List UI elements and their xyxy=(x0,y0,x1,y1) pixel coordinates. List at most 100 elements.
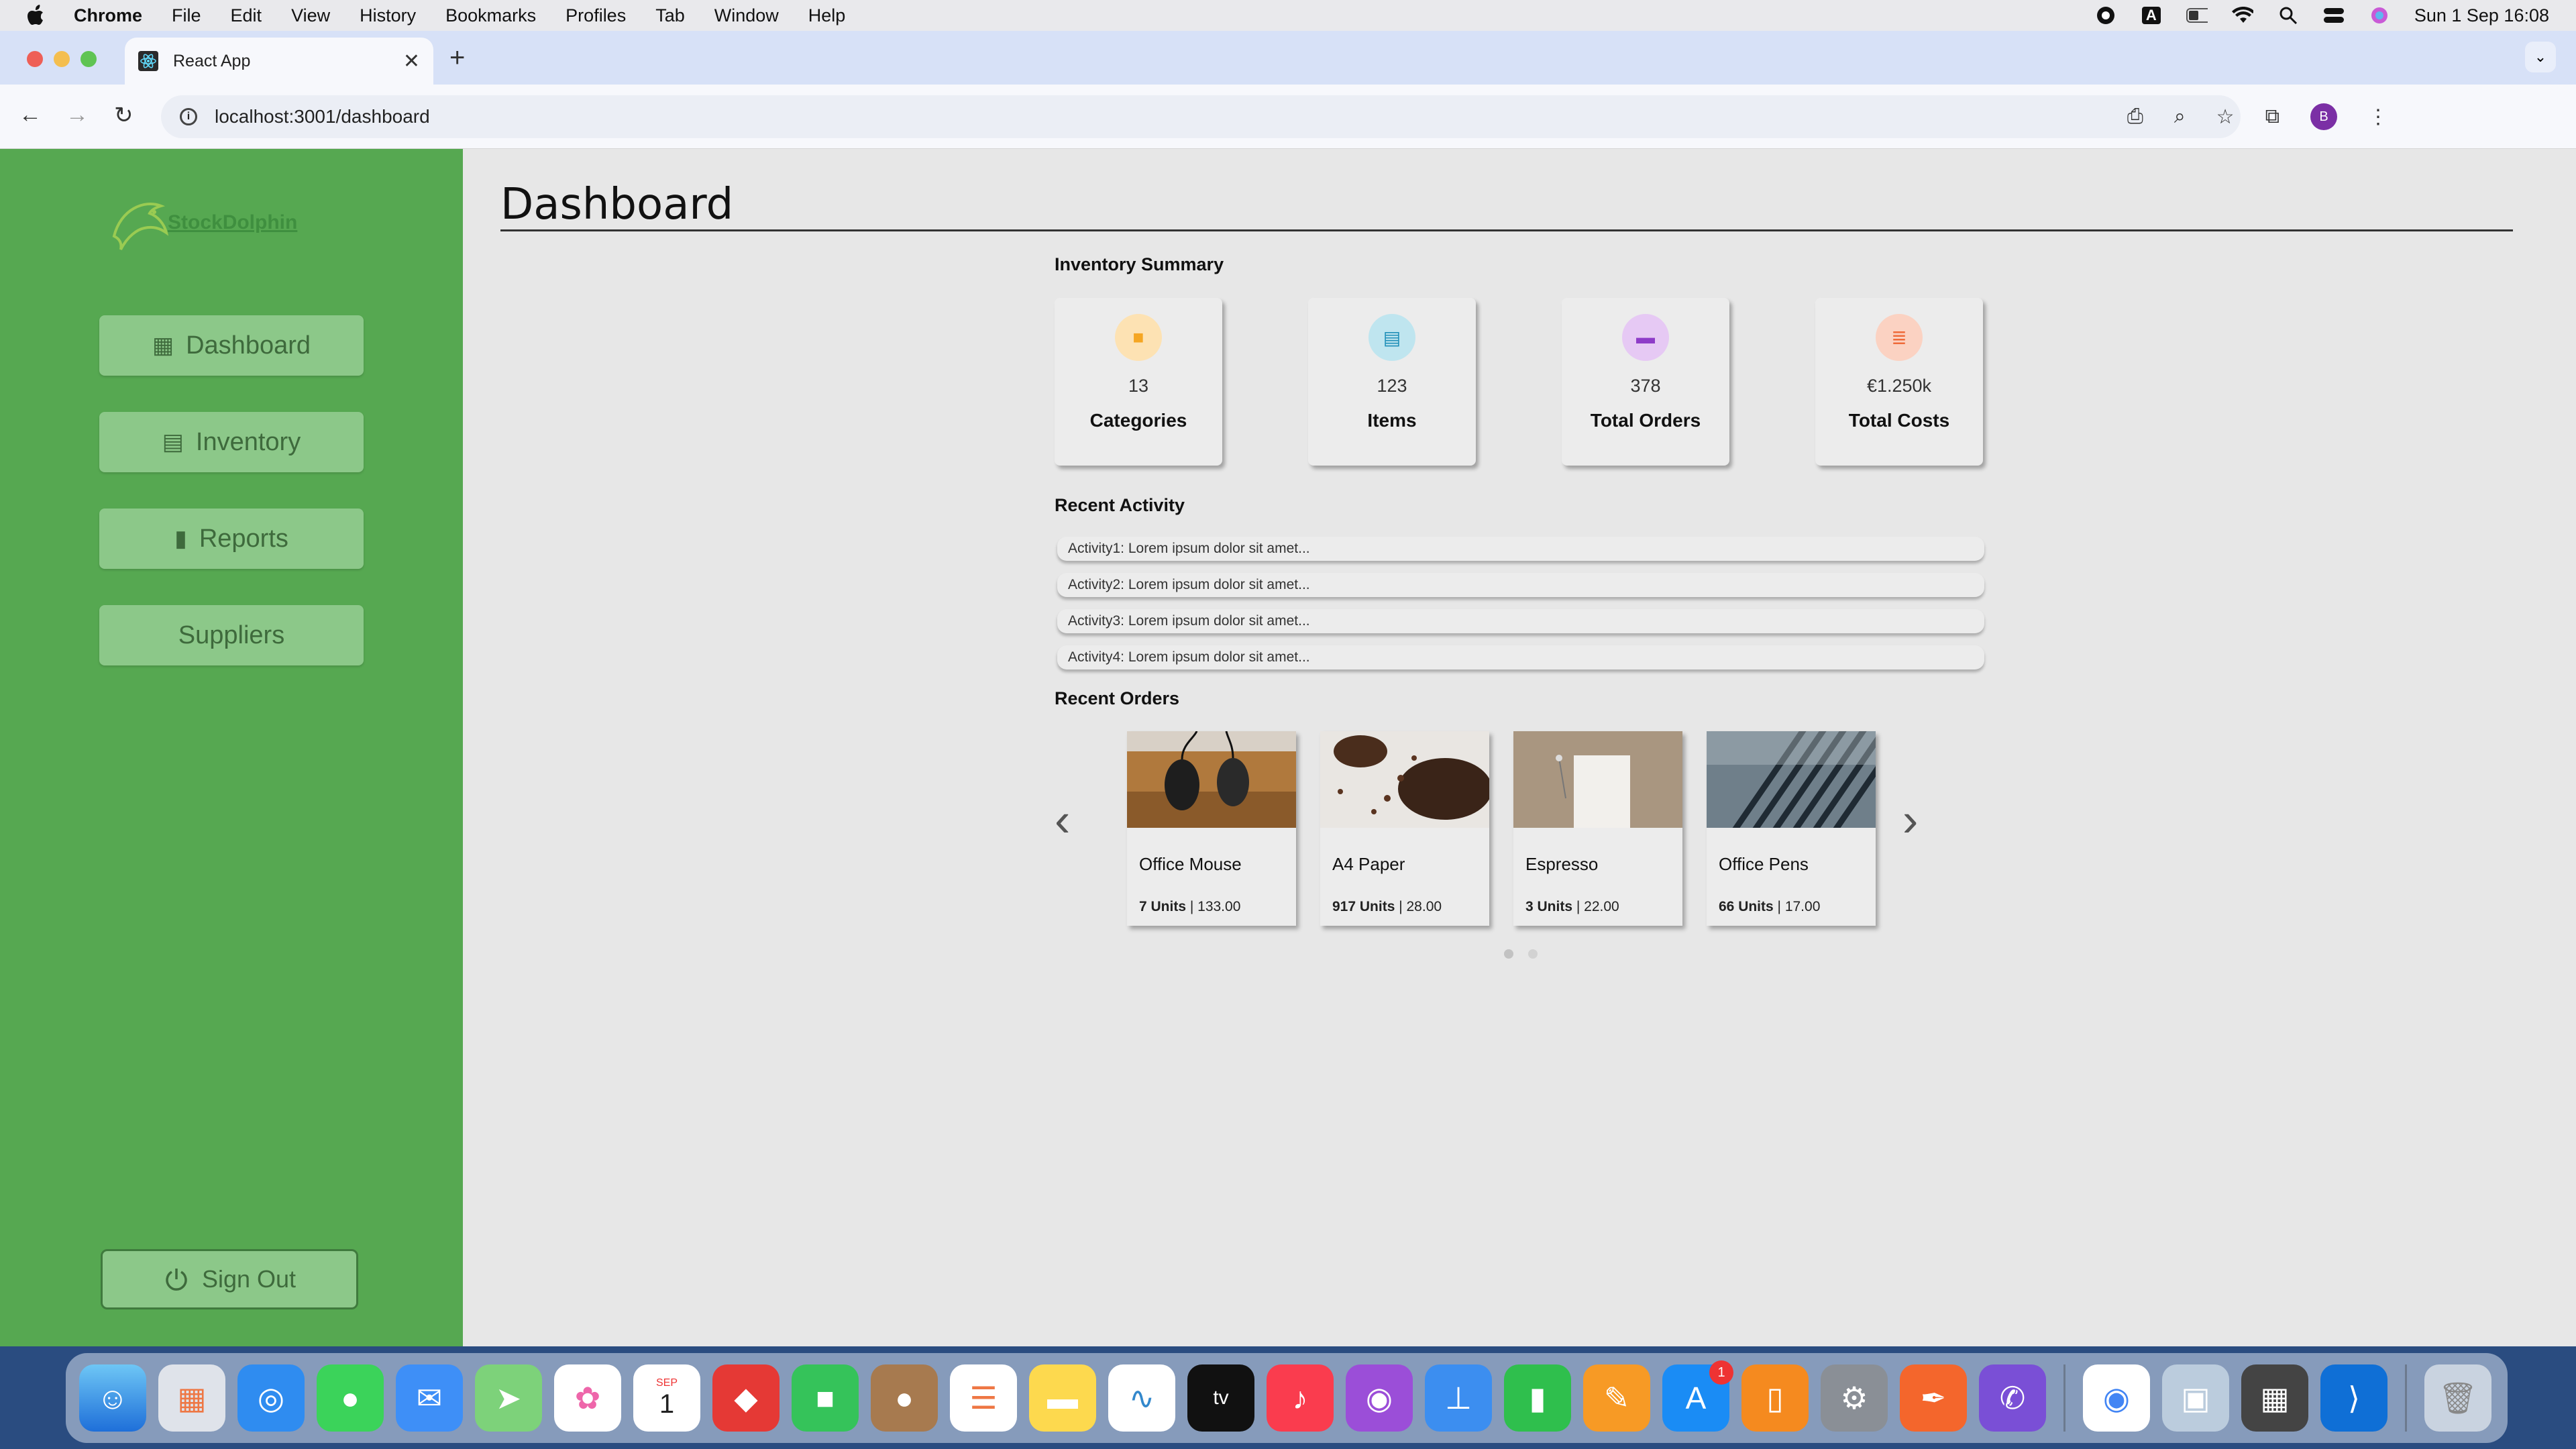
activity-item[interactable]: Activity4: Lorem ipsum dolor sit amet... xyxy=(1057,645,1984,669)
logo[interactable]: StockDolphin xyxy=(107,189,297,256)
facetime-icon[interactable]: ■ xyxy=(792,1364,859,1432)
viber-icon[interactable]: ✆ xyxy=(1979,1364,2046,1432)
extensions-icon[interactable]: ⧉ xyxy=(2265,105,2279,128)
carousel-dot-1[interactable] xyxy=(1504,949,1513,959)
menu-help[interactable]: Help xyxy=(808,5,846,26)
menu-profiles[interactable]: Profiles xyxy=(566,5,626,26)
tab-close-icon[interactable]: ✕ xyxy=(403,50,420,73)
main-content: Dashboard Inventory Summary ■ 13 Categor… xyxy=(463,149,2576,1346)
vscode-icon[interactable]: ⟩ xyxy=(2320,1364,2387,1432)
podcasts-icon[interactable]: ◉ xyxy=(1346,1364,1413,1432)
messages-icon[interactable]: ● xyxy=(317,1364,384,1432)
back-icon[interactable]: ← xyxy=(19,102,42,128)
contacts-icon[interactable]: ● xyxy=(871,1364,938,1432)
menu-datetime[interactable]: Sun 1 Sep 16:08 xyxy=(2414,5,2549,26)
books-icon[interactable]: ▯ xyxy=(1741,1364,1809,1432)
numbers-icon[interactable]: ▮ xyxy=(1504,1364,1571,1432)
summary-label: Items xyxy=(1367,410,1417,431)
browser-tab[interactable]: React App ✕ xyxy=(125,38,433,85)
chrome-menu-icon[interactable]: ⋮ xyxy=(2368,105,2388,129)
affinity-icon[interactable]: ✒ xyxy=(1900,1364,1967,1432)
calculator-icon[interactable]: ▦ xyxy=(2241,1364,2308,1432)
order-card[interactable]: Office Pens 66 Units | 17.00 xyxy=(1707,722,1911,926)
menu-bookmarks[interactable]: Bookmarks xyxy=(445,5,536,26)
chrome-icon[interactable]: ◉ xyxy=(2083,1364,2150,1432)
zoom-icon[interactable]: ⌕ xyxy=(2174,105,2186,128)
summary-card-orders[interactable]: ▬ 378 Total Orders xyxy=(1562,298,1729,466)
profile-avatar[interactable]: B xyxy=(2310,103,2337,130)
trash-icon[interactable]: 🗑 xyxy=(2424,1364,2491,1432)
carousel-dot-2[interactable] xyxy=(1528,949,1538,959)
anydesk-icon[interactable]: ◆ xyxy=(712,1364,780,1432)
wifi-icon[interactable] xyxy=(2231,6,2253,25)
summary-card-categories[interactable]: ■ 13 Categories xyxy=(1055,298,1222,466)
menu-history[interactable]: History xyxy=(360,5,416,26)
order-price: 133.00 xyxy=(1197,899,1241,914)
activity-item[interactable]: Activity2: Lorem ipsum dolor sit amet... xyxy=(1057,573,1984,597)
preview-icon[interactable]: ▣ xyxy=(2162,1364,2229,1432)
apple-icon[interactable] xyxy=(27,4,47,27)
app-store-icon[interactable]: A1 xyxy=(1662,1360,1733,1432)
logo-text: StockDolphin xyxy=(168,211,298,233)
menu-tab[interactable]: Tab xyxy=(655,5,685,26)
nav-reports-button[interactable]: ▮ Reports xyxy=(99,508,364,569)
activity-item[interactable]: Activity1: Lorem ipsum dolor sit amet... xyxy=(1057,537,1984,561)
activity-item[interactable]: Activity3: Lorem ipsum dolor sit amet... xyxy=(1057,609,1984,633)
control-center-icon[interactable] xyxy=(2323,6,2345,25)
url-text[interactable]: localhost:3001/dashboard xyxy=(215,106,430,127)
menu-window[interactable]: Window xyxy=(714,5,779,26)
site-info-icon[interactable]: i xyxy=(180,108,197,125)
tab-search-icon[interactable]: ⌄ xyxy=(2525,42,2556,72)
siri-icon[interactable] xyxy=(2369,6,2390,25)
status-app-icon[interactable] xyxy=(2095,6,2116,25)
window-close-button[interactable] xyxy=(27,51,43,67)
order-card[interactable]: Espresso 3 Units | 22.00 xyxy=(1513,731,1682,926)
launchpad-icon[interactable]: ▦ xyxy=(158,1364,225,1432)
menu-edit[interactable]: Edit xyxy=(231,5,262,26)
summary-value: 13 xyxy=(1128,376,1149,396)
sign-out-button[interactable]: Sign Out xyxy=(101,1249,358,1309)
recent-activity-heading: Recent Activity xyxy=(1055,495,1185,515)
apple-tv-icon[interactable]: tv xyxy=(1187,1364,1254,1432)
nav-inventory-button[interactable]: ▤ Inventory xyxy=(99,412,364,472)
carousel-next-icon[interactable]: › xyxy=(1902,793,1918,847)
maps-icon[interactable]: ➤ xyxy=(475,1364,542,1432)
battery-icon[interactable] xyxy=(2186,6,2208,25)
window-zoom-button[interactable] xyxy=(80,51,97,67)
address-bar[interactable]: i localhost:3001/dashboard ⎙ ⌕ ☆ ⧉ B ⋮ xyxy=(161,95,2388,138)
keynote-icon[interactable]: ⊥ xyxy=(1425,1364,1492,1432)
nav-suppliers-button[interactable]: Suppliers xyxy=(99,605,364,665)
photos-icon[interactable]: ✿ xyxy=(554,1364,621,1432)
order-card[interactable]: A4 Paper 917 Units | 28.00 xyxy=(1320,731,1492,926)
reminders-icon[interactable]: ☰ xyxy=(950,1364,1017,1432)
freeform-icon[interactable]: ∿ xyxy=(1108,1364,1175,1432)
forward-icon[interactable]: → xyxy=(66,102,89,128)
carousel-prev-icon[interactable]: ‹ xyxy=(1055,793,1070,847)
order-name: Office Pens xyxy=(1719,854,1809,874)
notes-icon[interactable]: ▬ xyxy=(1029,1364,1096,1432)
bookmark-star-icon[interactable]: ☆ xyxy=(2216,105,2235,129)
summary-label: Categories xyxy=(1089,410,1187,431)
system-settings-icon[interactable]: ⚙ xyxy=(1821,1364,1888,1432)
order-card[interactable]: Office Mouse 7 Units | 133.00 xyxy=(1127,731,1296,926)
menu-view[interactable]: View xyxy=(291,5,330,26)
mail-icon[interactable]: ✉ xyxy=(396,1364,463,1432)
finder-icon[interactable]: ☺ xyxy=(79,1364,146,1432)
menu-file[interactable]: File xyxy=(172,5,201,26)
nav-dashboard-label: Dashboard xyxy=(186,331,311,360)
new-tab-icon[interactable]: + xyxy=(449,43,465,73)
reload-icon[interactable]: ↻ xyxy=(114,102,133,129)
summary-card-items[interactable]: ▤ 123 Items xyxy=(1308,298,1476,466)
calendar-icon[interactable]: SEP 1 xyxy=(633,1364,700,1432)
window-minimize-button[interactable] xyxy=(54,51,70,67)
menu-app-name[interactable]: Chrome xyxy=(74,5,142,26)
safari-icon[interactable]: ◎ xyxy=(237,1364,305,1432)
nav-dashboard-button[interactable]: ▦ Dashboard xyxy=(99,315,364,376)
summary-card-costs[interactable]: ≣ €1.250k Total Costs xyxy=(1815,298,1983,466)
summary-label: Total Orders xyxy=(1590,410,1701,431)
input-source-icon[interactable]: A xyxy=(2141,6,2162,25)
install-app-icon[interactable]: ⎙ xyxy=(2127,105,2143,128)
music-icon[interactable]: ♪ xyxy=(1267,1364,1334,1432)
pages-icon[interactable]: ✎ xyxy=(1583,1364,1650,1432)
search-icon[interactable] xyxy=(2277,6,2299,25)
